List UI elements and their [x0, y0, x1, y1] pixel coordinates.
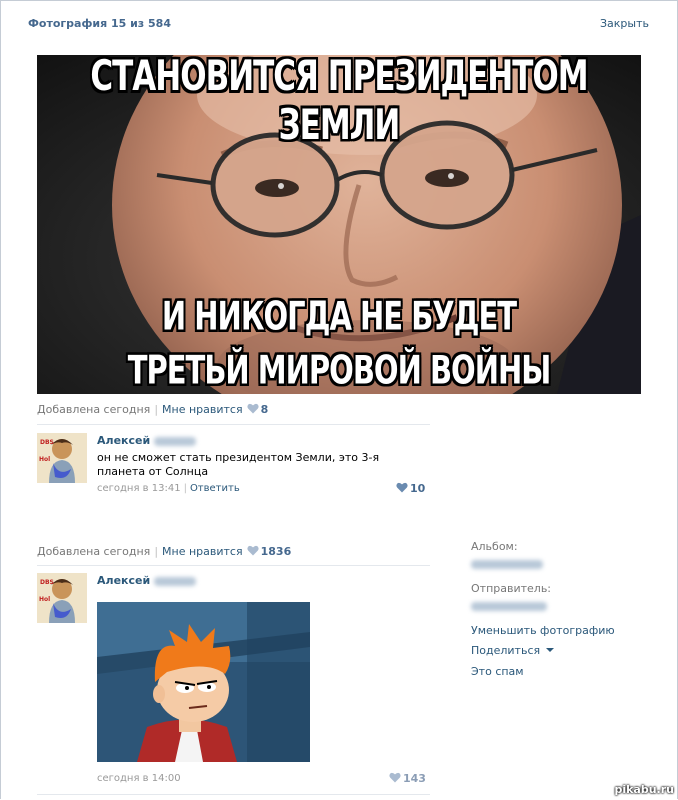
- comment-time: сегодня в 13:41: [97, 483, 181, 494]
- avatar-text-side: Hol: [39, 456, 50, 463]
- author-first-name[interactable]: Алексей: [97, 434, 150, 447]
- heart-icon[interactable]: [247, 545, 259, 556]
- divider: [37, 565, 430, 566]
- comment-like[interactable]: 10: [396, 482, 425, 495]
- divider: [37, 794, 430, 795]
- album-label: Альбом:: [471, 540, 518, 553]
- like-count: 1836: [260, 545, 292, 558]
- photo-counter-title: Фотография 15 из 584: [28, 17, 171, 30]
- fry-illustration: [97, 602, 310, 762]
- close-link[interactable]: Закрыть: [600, 17, 649, 30]
- heart-icon[interactable]: [396, 482, 408, 493]
- share-link[interactable]: Поделиться: [471, 644, 555, 657]
- blurred-surname: [154, 576, 197, 586]
- comment-time: сегодня в 14:00: [97, 773, 181, 784]
- watermark: pikabu.ru: [614, 783, 674, 796]
- reduce-photo-link[interactable]: Уменьшить фотографию: [471, 624, 615, 637]
- heart-icon[interactable]: [389, 772, 401, 783]
- album-name[interactable]: [471, 557, 543, 570]
- comment-like-count: 143: [403, 772, 426, 785]
- reply-link[interactable]: Ответить: [190, 483, 240, 494]
- comment-time-line: сегодня в 14:00: [97, 773, 181, 784]
- divider: [37, 424, 430, 425]
- heart-icon[interactable]: [247, 403, 259, 414]
- meme-caption-bottom: И НИКОГДА НЕ БУДЕТ ТРЕТЬЙ МИРОВОЙ ВОЙНЫ: [37, 289, 641, 394]
- added-date: Добавлена сегодня: [37, 403, 151, 416]
- main-photo[interactable]: СТАНОВИТСЯ ПРЕЗИДЕНТОМ ЗЕМЛИ И НИКОГДА Н…: [37, 55, 641, 394]
- meme-caption-bottom-line-2: ТРЕТЬЙ МИРОВОЙ ВОЙНЫ: [127, 347, 552, 393]
- meme-caption-bottom-line-1: И НИКОГДА НЕ БУДЕТ: [161, 293, 517, 339]
- avatar-image: DBS Hol: [37, 573, 87, 623]
- blurred-surname: [154, 436, 197, 446]
- comment-attached-image[interactable]: [97, 602, 310, 762]
- avatar-text-top: DBS: [40, 579, 54, 586]
- avatar[interactable]: DBS Hol: [37, 573, 87, 623]
- like-count: 8: [260, 403, 269, 416]
- photo2-meta-line: Добавлена сегодня | Мне нравится 1836: [37, 545, 292, 558]
- comment-author[interactable]: Алексей: [97, 574, 197, 587]
- like-button[interactable]: Мне нравится: [162, 545, 243, 558]
- author-first-name[interactable]: Алексей: [97, 574, 150, 587]
- comment-like[interactable]: 143: [389, 772, 426, 785]
- meme-caption-top: СТАНОВИТСЯ ПРЕЗИДЕНТОМ ЗЕМЛИ: [90, 55, 588, 150]
- spam-link[interactable]: Это спам: [471, 665, 524, 678]
- avatar[interactable]: DBS Hol: [37, 433, 87, 483]
- comment-author[interactable]: Алексей: [97, 434, 197, 447]
- caret-down-icon[interactable]: [546, 648, 555, 652]
- comment-text: он не сможет стать президентом Земли, эт…: [97, 451, 380, 478]
- share-label[interactable]: Поделиться: [471, 644, 540, 657]
- sender-name[interactable]: [471, 599, 547, 612]
- comment-time-line: сегодня в 13:41 | Ответить: [97, 483, 240, 494]
- added-date: Добавлена сегодня: [37, 545, 151, 558]
- comment-like-count: 10: [410, 482, 426, 495]
- avatar-text-top: DBS: [40, 439, 54, 446]
- like-button[interactable]: Мне нравится: [162, 403, 243, 416]
- avatar-image: DBS Hol: [37, 433, 87, 483]
- photo-meta-line: Добавлена сегодня | Мне нравится 8: [37, 403, 269, 416]
- avatar-text-side: Hol: [39, 596, 50, 603]
- sender-label: Отправитель:: [471, 582, 552, 595]
